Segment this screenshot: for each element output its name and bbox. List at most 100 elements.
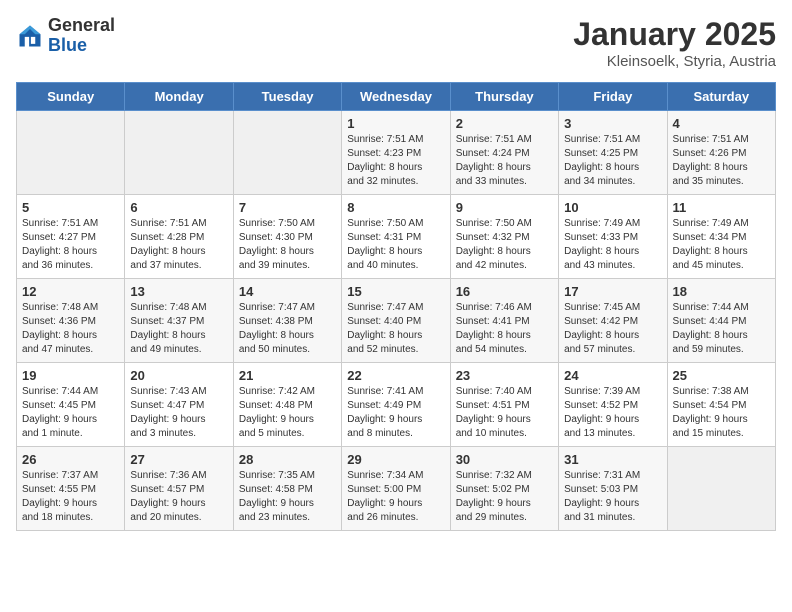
day-info: Sunrise: 7:50 AM Sunset: 4:31 PM Dayligh… <box>347 217 444 273</box>
day-number: 24 <box>564 368 661 383</box>
calendar-cell: 9Sunrise: 7:50 AM Sunset: 4:32 PM Daylig… <box>450 195 558 279</box>
day-number: 19 <box>22 368 119 383</box>
day-info: Sunrise: 7:47 AM Sunset: 4:40 PM Dayligh… <box>347 301 444 357</box>
calendar-cell <box>17 111 125 195</box>
calendar-cell: 12 Sunrise: 7:48 AM Sunset: 4:36 PM Dayli… <box>17 279 125 363</box>
day-info: Sunrise: 7:38 AM Sunset: 4:54 PM Dayligh… <box>673 385 770 441</box>
day-number: 17 <box>564 284 661 299</box>
day-info: Sunrise: 7:31 AM Sunset: 5:03 PM Dayligh… <box>564 469 661 525</box>
day-number: 1 <box>347 116 444 131</box>
day-info: Sunrise: 7:49 AM Sunset: 4:33 PM Dayligh… <box>564 217 661 273</box>
calendar-cell: 13 Sunrise: 7:48 AM Sunset: 4:37 PM Dayli… <box>125 279 233 363</box>
calendar-cell: 29Sunrise: 7:34 AM Sunset: 5:00 PM Dayli… <box>342 447 450 531</box>
header-day: Wednesday <box>342 83 450 111</box>
logo-icon <box>16 22 44 50</box>
day-number: 10 <box>564 200 661 215</box>
day-info: Sunrise: 7:44 AM Sunset: 4:44 PM Dayligh… <box>673 301 770 357</box>
calendar-cell: 23 Sunrise: 7:40 AM Sunset: 4:51 PM Dayli… <box>450 363 558 447</box>
calendar-cell: 1 Sunrise: 7:51 AM Sunset: 4:23 PM Daylig… <box>342 111 450 195</box>
calendar-cell: 28Sunrise: 7:35 AM Sunset: 4:58 PM Dayli… <box>233 447 341 531</box>
calendar-cell: 21 Sunrise: 7:42 AM Sunset: 4:48 PM Dayli… <box>233 363 341 447</box>
calendar-cell: 18Sunrise: 7:44 AM Sunset: 4:44 PM Dayli… <box>667 279 775 363</box>
day-number: 26 <box>22 452 119 467</box>
calendar-cell: 5Sunrise: 7:51 AM Sunset: 4:27 PM Daylig… <box>17 195 125 279</box>
month-title: January 2025 <box>573 16 776 53</box>
day-number: 3 <box>564 116 661 131</box>
day-number: 12 <box>22 284 119 299</box>
day-number: 20 <box>130 368 227 383</box>
day-number: 30 <box>456 452 553 467</box>
day-info: Sunrise: 7:45 AM Sunset: 4:42 PM Dayligh… <box>564 301 661 357</box>
day-info: Sunrise: 7:44 AM Sunset: 4:45 PM Dayligh… <box>22 385 119 441</box>
calendar-cell <box>233 111 341 195</box>
day-info: Sunrise: 7:48 AM Sunset: 4:37 PM Dayligh… <box>130 301 227 357</box>
day-number: 6 <box>130 200 227 215</box>
title-block: January 2025 Kleinsoelk, Styria, Austria <box>573 16 776 70</box>
calendar-cell: 14 Sunrise: 7:47 AM Sunset: 4:38 PM Dayli… <box>233 279 341 363</box>
day-number: 4 <box>673 116 770 131</box>
day-info: Sunrise: 7:51 AM Sunset: 4:23 PM Dayligh… <box>347 133 444 189</box>
day-info: Sunrise: 7:51 AM Sunset: 4:25 PM Dayligh… <box>564 133 661 189</box>
day-number: 8 <box>347 200 444 215</box>
day-number: 15 <box>347 284 444 299</box>
day-info: Sunrise: 7:32 AM Sunset: 5:02 PM Dayligh… <box>456 469 553 525</box>
calendar-cell: 27 Sunrise: 7:36 AM Sunset: 4:57 PM Dayli… <box>125 447 233 531</box>
day-number: 29 <box>347 452 444 467</box>
header-day: Sunday <box>17 83 125 111</box>
calendar-table: SundayMondayTuesdayWednesdayThursdayFrid… <box>16 82 776 531</box>
day-info: Sunrise: 7:35 AM Sunset: 4:58 PM Dayligh… <box>239 469 336 525</box>
day-number: 23 <box>456 368 553 383</box>
day-info: Sunrise: 7:41 AM Sunset: 4:49 PM Dayligh… <box>347 385 444 441</box>
day-number: 21 <box>239 368 336 383</box>
day-info: Sunrise: 7:51 AM Sunset: 4:24 PM Dayligh… <box>456 133 553 189</box>
calendar-cell <box>667 447 775 531</box>
calendar-cell: 6 Sunrise: 7:51 AM Sunset: 4:28 PM Daylig… <box>125 195 233 279</box>
header-day: Monday <box>125 83 233 111</box>
day-info: Sunrise: 7:51 AM Sunset: 4:26 PM Dayligh… <box>673 133 770 189</box>
header-day: Saturday <box>667 83 775 111</box>
day-info: Sunrise: 7:47 AM Sunset: 4:38 PM Dayligh… <box>239 301 336 357</box>
calendar-cell: 15 Sunrise: 7:47 AM Sunset: 4:40 PM Dayli… <box>342 279 450 363</box>
day-number: 9 <box>456 200 553 215</box>
day-info: Sunrise: 7:36 AM Sunset: 4:57 PM Dayligh… <box>130 469 227 525</box>
day-info: Sunrise: 7:48 AM Sunset: 4:36 PM Dayligh… <box>22 301 119 357</box>
calendar-cell: 30 Sunrise: 7:32 AM Sunset: 5:02 PM Dayli… <box>450 447 558 531</box>
day-number: 5 <box>22 200 119 215</box>
day-info: Sunrise: 7:46 AM Sunset: 4:41 PM Dayligh… <box>456 301 553 357</box>
day-number: 31 <box>564 452 661 467</box>
header-day: Thursday <box>450 83 558 111</box>
day-info: Sunrise: 7:39 AM Sunset: 4:52 PM Dayligh… <box>564 385 661 441</box>
day-number: 25 <box>673 368 770 383</box>
calendar-cell: 3 Sunrise: 7:51 AM Sunset: 4:25 PM Daylig… <box>559 111 667 195</box>
day-info: Sunrise: 7:51 AM Sunset: 4:28 PM Dayligh… <box>130 217 227 273</box>
page-header: General Blue January 2025 Kleinsoelk, St… <box>16 16 776 70</box>
day-info: Sunrise: 7:40 AM Sunset: 4:51 PM Dayligh… <box>456 385 553 441</box>
calendar-header: SundayMondayTuesdayWednesdayThursdayFrid… <box>17 83 776 111</box>
calendar-cell: 26 Sunrise: 7:37 AM Sunset: 4:55 PM Dayli… <box>17 447 125 531</box>
day-info: Sunrise: 7:43 AM Sunset: 4:47 PM Dayligh… <box>130 385 227 441</box>
day-number: 2 <box>456 116 553 131</box>
day-number: 11 <box>673 200 770 215</box>
calendar-cell: 20 Sunrise: 7:43 AM Sunset: 4:47 PM Dayli… <box>125 363 233 447</box>
calendar-week-row: 19 Sunrise: 7:44 AM Sunset: 4:45 PM Dayli… <box>17 363 776 447</box>
day-info: Sunrise: 7:42 AM Sunset: 4:48 PM Dayligh… <box>239 385 336 441</box>
day-number: 7 <box>239 200 336 215</box>
day-number: 27 <box>130 452 227 467</box>
header-row: SundayMondayTuesdayWednesdayThursdayFrid… <box>17 83 776 111</box>
calendar-cell: 7 Sunrise: 7:50 AM Sunset: 4:30 PM Daylig… <box>233 195 341 279</box>
calendar-cell: 16 Sunrise: 7:46 AM Sunset: 4:41 PM Dayli… <box>450 279 558 363</box>
calendar-cell: 24 Sunrise: 7:39 AM Sunset: 4:52 PM Dayli… <box>559 363 667 447</box>
calendar-week-row: 26 Sunrise: 7:37 AM Sunset: 4:55 PM Dayli… <box>17 447 776 531</box>
day-info: Sunrise: 7:37 AM Sunset: 4:55 PM Dayligh… <box>22 469 119 525</box>
calendar-cell: 22Sunrise: 7:41 AM Sunset: 4:49 PM Dayli… <box>342 363 450 447</box>
day-info: Sunrise: 7:50 AM Sunset: 4:30 PM Dayligh… <box>239 217 336 273</box>
day-number: 16 <box>456 284 553 299</box>
calendar-week-row: 12 Sunrise: 7:48 AM Sunset: 4:36 PM Dayli… <box>17 279 776 363</box>
location: Kleinsoelk, Styria, Austria <box>573 53 776 70</box>
day-number: 13 <box>130 284 227 299</box>
calendar-cell: 2 Sunrise: 7:51 AM Sunset: 4:24 PM Daylig… <box>450 111 558 195</box>
day-number: 14 <box>239 284 336 299</box>
header-day: Tuesday <box>233 83 341 111</box>
calendar-cell: 10 Sunrise: 7:49 AM Sunset: 4:33 PM Dayli… <box>559 195 667 279</box>
calendar-body: 1 Sunrise: 7:51 AM Sunset: 4:23 PM Daylig… <box>17 111 776 531</box>
